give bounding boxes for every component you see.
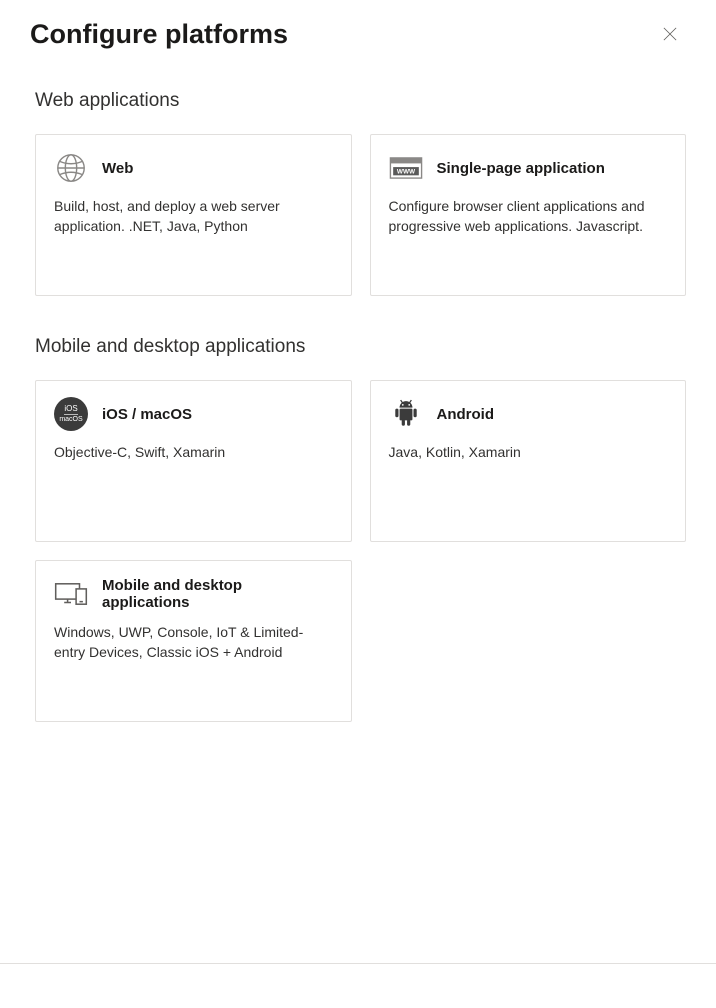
card-description: Build, host, and deploy a web server app… [54, 197, 333, 236]
platform-card-spa[interactable]: WWW Single-page application Configure br… [370, 134, 687, 296]
ios-macos-icon: iOS macOS [54, 397, 88, 431]
platform-card-ios[interactable]: iOS macOS iOS / macOS Objective-C, Swift… [35, 380, 352, 542]
content-area: Web applications Web Build, host, and de… [0, 50, 716, 722]
card-header: Web [54, 151, 333, 185]
section-heading-web: Web applications [35, 90, 686, 112]
close-icon [663, 27, 677, 41]
card-description: Configure browser client applications an… [389, 197, 668, 236]
close-button[interactable] [654, 18, 686, 50]
card-title: Mobile and desktop applications [102, 577, 333, 611]
page-title: Configure platforms [30, 19, 288, 50]
panel-header: Configure platforms [0, 0, 716, 50]
web-card-grid: Web Build, host, and deploy a web server… [35, 134, 686, 296]
android-icon [389, 397, 423, 431]
globe-icon [54, 151, 88, 185]
desktop-mobile-icon [54, 577, 88, 611]
platform-card-desktop[interactable]: Mobile and desktop applications Windows,… [35, 560, 352, 722]
svg-text:WWW: WWW [396, 169, 415, 176]
card-description: Objective-C, Swift, Xamarin [54, 443, 333, 463]
browser-www-icon: WWW [389, 151, 423, 185]
footer-divider [0, 963, 716, 964]
card-description: Windows, UWP, Console, IoT & Limited-ent… [54, 623, 333, 662]
card-header: Mobile and desktop applications [54, 577, 333, 611]
section-heading-mobile: Mobile and desktop applications [35, 336, 686, 358]
card-title: Single-page application [437, 160, 605, 177]
card-title: Web [102, 160, 133, 177]
platform-card-web[interactable]: Web Build, host, and deploy a web server… [35, 134, 352, 296]
card-description: Java, Kotlin, Xamarin [389, 443, 668, 463]
card-title: Android [437, 406, 495, 423]
card-header: Android [389, 397, 668, 431]
mobile-card-grid: iOS macOS iOS / macOS Objective-C, Swift… [35, 380, 686, 722]
platform-card-android[interactable]: Android Java, Kotlin, Xamarin [370, 380, 687, 542]
card-header: iOS macOS iOS / macOS [54, 397, 333, 431]
card-header: WWW Single-page application [389, 151, 668, 185]
card-title: iOS / macOS [102, 406, 192, 423]
